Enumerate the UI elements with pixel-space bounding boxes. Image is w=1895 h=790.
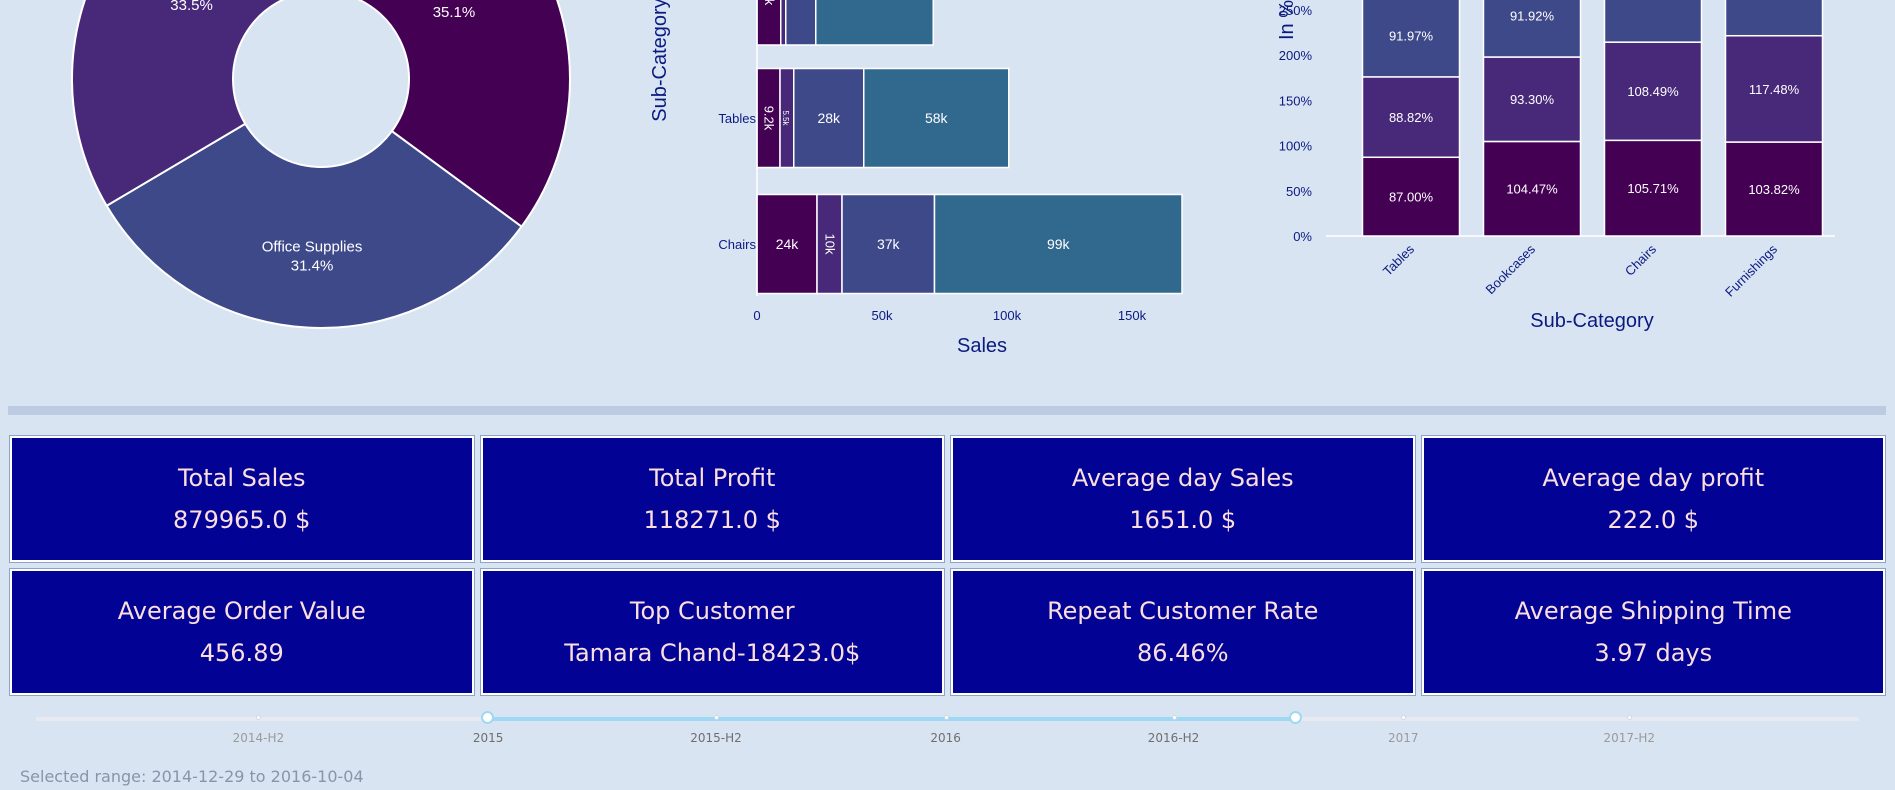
- kpi-card-average-order-value: Average Order Value 456.89: [10, 569, 474, 695]
- pie-slice-label: Office Supplies: [262, 238, 363, 255]
- kpi-title: Average Order Value: [117, 597, 366, 625]
- x-axis-title: Sub-Category: [1530, 310, 1653, 332]
- selected-range-text: Selected range: 2014-12-29 to 2016-10-04: [20, 767, 364, 786]
- kpi-card-average-day-sales: Average day Sales 1651.0 $: [951, 436, 1415, 562]
- bar-segment: [815, 0, 934, 46]
- slider-start-handle[interactable]: [481, 711, 495, 724]
- kpi-value: 1651.0 $: [1129, 506, 1237, 534]
- slider-tick-mark: [256, 715, 262, 720]
- bar-value-label: 88.82%: [1389, 110, 1434, 125]
- x-tick-label: 0: [753, 308, 760, 323]
- slider-tick-mark: [943, 715, 949, 720]
- bar-value-label: 103.82%: [1748, 182, 1800, 197]
- slider-tick-mark: [713, 715, 719, 720]
- y-axis-title: In %: [1276, 0, 1298, 40]
- slider-tick-label: 2014-H2: [232, 731, 285, 745]
- bar-value-label: 104.47%: [1506, 182, 1558, 197]
- bar-value-label: 9.2k: [762, 106, 777, 131]
- bar-value-label: k: [762, 0, 777, 6]
- y-axis-title: Sub-Category: [649, 0, 671, 122]
- kpi-card-average-day-profit: Average day profit 222.0 $: [1421, 436, 1885, 562]
- kpi-grid: Total Sales 879965.0 $ Total Profit 1182…: [10, 436, 1885, 695]
- slider-tick-label: 2015: [472, 731, 504, 745]
- pie-slice-percent: 33.5%: [170, 0, 213, 14]
- kpi-card-average-shipping-time: Average Shipping Time 3.97 days: [1421, 569, 1885, 695]
- subcategory-sales-bar-chart: 24k 10k 37k 99k Chairs 9.2k 5.5k 28k 58k Tables k 0…: [649, 0, 1183, 357]
- y-tick-label: 200%: [1279, 48, 1313, 63]
- bar-value-label: 117.48%: [1749, 82, 1800, 97]
- bar-value-label: 91.97%: [1389, 28, 1434, 43]
- kpi-title: Top Customer: [629, 597, 795, 625]
- kpi-value: Tamara Chand-18423.0$: [564, 639, 861, 667]
- kpi-value: 3.97 days: [1594, 639, 1713, 667]
- bar-value-label: 37k: [877, 236, 901, 252]
- slider-tick-mark: [1627, 715, 1633, 720]
- slider-tick-mark: [1171, 715, 1177, 720]
- kpi-title: Average Shipping Time: [1514, 597, 1792, 625]
- bar-value-label: 91.92%: [1510, 8, 1555, 23]
- x-axis-title: Sales: [957, 335, 1007, 357]
- bar-value-label: 28k: [817, 110, 841, 126]
- bar-value-label: 58k: [925, 110, 949, 126]
- kpi-card-total-sales: Total Sales 879965.0 $: [10, 436, 474, 562]
- kpi-value: 222.0 $: [1607, 506, 1700, 534]
- bar-segment: [785, 0, 817, 46]
- kpi-card-repeat-customer-rate: Repeat Customer Rate 86.46%: [951, 569, 1415, 695]
- y-tick-label: Tables: [718, 111, 756, 126]
- x-tick-label: 100k: [993, 308, 1022, 323]
- bar-segment: [756, 0, 782, 46]
- x-tick-label: Chairs: [1622, 241, 1660, 279]
- x-tick-label: Tables: [1380, 241, 1418, 279]
- y-tick-label: 50%: [1286, 184, 1312, 199]
- x-tick-label: 50k: [872, 308, 893, 323]
- bar-value-label: 10k: [823, 234, 838, 255]
- x-tick-label: Bookcases: [1483, 241, 1539, 297]
- y-tick-label: 0%: [1293, 229, 1312, 244]
- kpi-title: Average day profit: [1542, 464, 1765, 492]
- subcategory-percent-bar-chart: 0%50%100%150%200%250%87.00%88.82%91.97%T…: [1276, 0, 1835, 332]
- slider-tick-label: 2017-H2: [1603, 731, 1656, 745]
- bar-segment: [1724, 0, 1824, 37]
- kpi-card-top-customer: Top Customer Tamara Chand-18423.0$: [480, 569, 944, 695]
- bar-value-label: 5.5k: [781, 110, 790, 126]
- bar-segment: [1603, 0, 1703, 43]
- section-divider: [8, 406, 1886, 415]
- slider-tick-label: 2017: [1387, 731, 1419, 745]
- bar-value-label: 87.00%: [1389, 190, 1434, 205]
- kpi-title: Total Profit: [649, 464, 776, 492]
- y-tick-label: Chairs: [718, 237, 756, 252]
- slider-tick-mark: [1401, 715, 1407, 720]
- slider-tick-label: 2015-H2: [690, 731, 742, 745]
- kpi-value: 456.89: [199, 639, 284, 667]
- bar-value-label: 108.49%: [1627, 84, 1679, 99]
- category-donut-chart: 35.1% Office Supplies 31.4% 33.5%: [71, 0, 571, 329]
- slider-end-handle[interactable]: [1288, 711, 1302, 724]
- kpi-card-total-profit: Total Profit 118271.0 $: [480, 436, 944, 562]
- pie-slice-percent: 31.4%: [291, 257, 334, 274]
- y-tick-label: 150%: [1279, 93, 1313, 108]
- date-range-slider[interactable]: [36, 711, 1859, 724]
- x-tick-label: Furnishings: [1722, 241, 1780, 299]
- kpi-title: Total Sales: [177, 464, 306, 492]
- bar-value-label: 99k: [1047, 236, 1071, 252]
- bar-value-label: 93.30%: [1510, 92, 1555, 107]
- kpi-title: Average day Sales: [1071, 464, 1294, 492]
- pie-slice-percent: 35.1%: [433, 4, 476, 21]
- kpi-value: 879965.0 $: [173, 506, 311, 534]
- slider-tick-label: 2016: [930, 731, 961, 745]
- x-tick-label: 150k: [1118, 308, 1147, 323]
- kpi-title: Repeat Customer Rate: [1047, 597, 1319, 625]
- kpi-value: 118271.0 $: [643, 506, 781, 534]
- charts-area: 35.1% Office Supplies 31.4% 33.5% 24k 10k 37k…: [71, 0, 1835, 357]
- kpi-value: 86.46%: [1136, 639, 1229, 667]
- slider-tick-label: 2016-H2: [1147, 731, 1200, 745]
- bar-value-label: 24k: [776, 236, 800, 252]
- bar-value-label: 105.71%: [1627, 181, 1679, 196]
- y-tick-label: 100%: [1279, 139, 1313, 154]
